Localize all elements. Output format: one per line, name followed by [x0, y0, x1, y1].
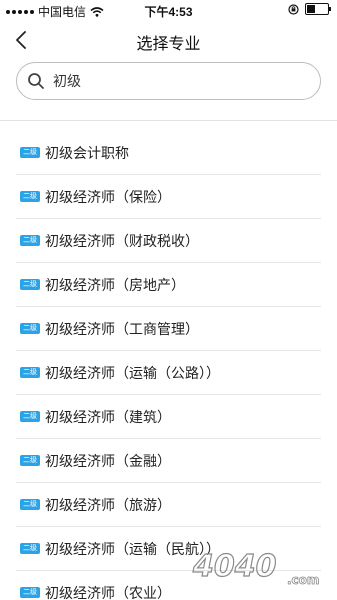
page-title: 选择专业: [136, 36, 201, 53]
level-badge: 二级: [20, 367, 40, 378]
list-item[interactable]: 二级 初级经济师（房地产）: [16, 263, 321, 307]
level-badge: 二级: [20, 411, 40, 422]
status-time: 下午4:53: [144, 5, 193, 19]
list-item-label: 初级经济师（财政税收）: [45, 232, 199, 249]
level-badge: 二级: [20, 543, 40, 554]
status-bar: 中国电信 下午4:53: [0, 0, 337, 20]
watermark-text: 4040: [192, 549, 277, 584]
list-item-label: 初级经济师（运输（公路））: [45, 364, 220, 381]
level-badge: 二级: [20, 455, 40, 466]
search-input[interactable]: [51, 72, 275, 90]
phone-screen: 中国电信 下午4:53 选择专业 初级 二级 初级会计职称 二级 初级经济师（保…: [0, 0, 337, 600]
level-badge: 二级: [20, 323, 40, 334]
search-divider: [0, 120, 337, 121]
list-item[interactable]: 二级 初级会计职称: [16, 131, 321, 175]
list-item[interactable]: 二级 初级经济师（金融）: [16, 439, 321, 483]
list-item[interactable]: 二级 初级经济师（运输（公路））: [16, 351, 321, 395]
list-item-label: 初级经济师（房地产）: [45, 276, 185, 293]
list-item[interactable]: 二级 初级经济师（建筑）: [16, 395, 321, 439]
battery-icon: [305, 3, 331, 15]
level-badge: 二级: [20, 499, 40, 510]
search-box[interactable]: [16, 62, 321, 100]
list-item-label: 初级经济师（建筑）: [45, 408, 171, 425]
major-list: 二级 初级会计职称 二级 初级经济师（保险） 二级 初级经济师（财政税收） 二级…: [0, 131, 337, 600]
list-item[interactable]: 二级 初级经济师（保险）: [16, 175, 321, 219]
search-area: [0, 60, 337, 108]
orientation-lock-icon: [288, 3, 299, 15]
list-item[interactable]: 二级 初级经济师（财政税收）: [16, 219, 321, 263]
list-item-label: 初级经济师（金融）: [45, 452, 171, 469]
status-right: [288, 3, 331, 15]
level-badge: 二级: [20, 191, 40, 202]
search-icon: [28, 73, 44, 89]
list-item-label: 初级经济师（保险）: [45, 188, 171, 205]
watermark-logo: 4040 .com: [191, 548, 319, 587]
level-badge: 二级: [20, 587, 40, 598]
level-badge: 二级: [20, 279, 40, 290]
watermark-suffix: .com: [287, 573, 319, 587]
level-badge: 二级: [20, 235, 40, 246]
nav-bar: 选择专业: [0, 20, 337, 60]
list-item-label: 初级经济师（旅游）: [45, 496, 171, 513]
level-badge: 二级: [20, 147, 40, 158]
list-item-label: 初级经济师（工商管理）: [45, 320, 199, 337]
list-item[interactable]: 二级 初级经济师（旅游）: [16, 483, 321, 527]
list-item-label: 初级会计职称: [45, 144, 129, 161]
list-item[interactable]: 二级 初级经济师（工商管理）: [16, 307, 321, 351]
list-item-label: 初级经济师（农业）: [45, 584, 171, 600]
